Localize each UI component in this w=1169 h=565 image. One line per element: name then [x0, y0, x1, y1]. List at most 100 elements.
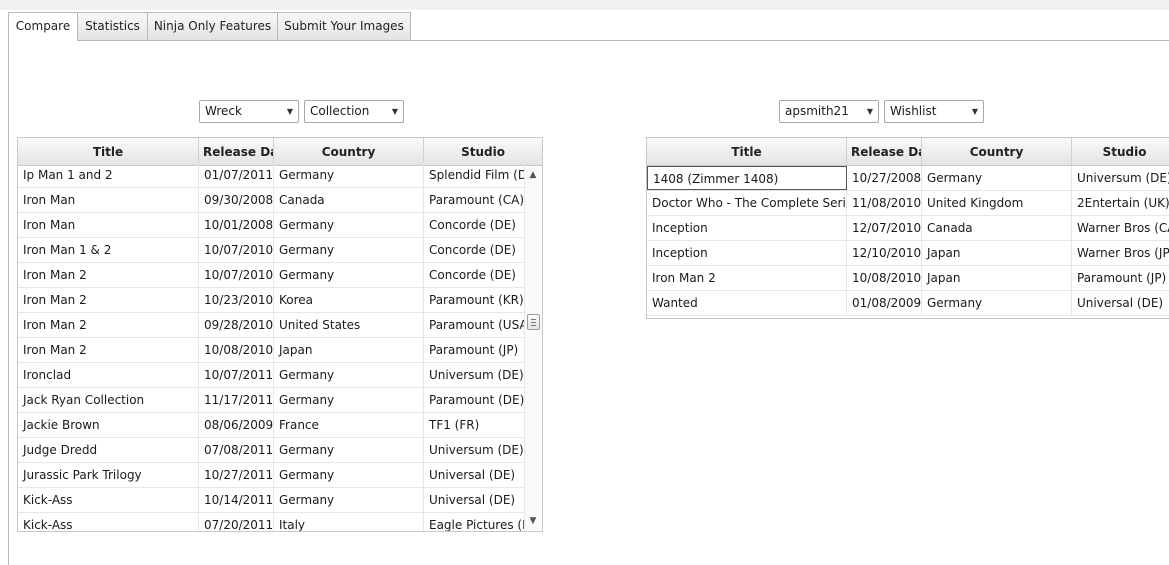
table-row[interactable]: Iron Man 2 10/23/2010 Korea Paramount (KR)	[18, 288, 525, 313]
table-row[interactable]: Kick-Ass 07/20/2011 Italy Eagle Pictures (I…	[18, 513, 525, 531]
column-header-country[interactable]: Country	[922, 138, 1072, 165]
release-date-cell: 10/27/2008	[847, 166, 922, 190]
title-cell: Kick-Ass	[18, 513, 199, 531]
table-row[interactable]: Kick-Ass 10/14/2011 Germany Universal (DE)	[18, 488, 525, 513]
column-header-title[interactable]: Title	[18, 138, 199, 165]
title-cell: 1408 (Zimmer 1408)	[647, 166, 847, 190]
title-cell: Inception	[647, 241, 847, 265]
country-cell: Canada	[274, 188, 424, 212]
table-row[interactable]: Doctor Who - The Complete Series 11/08/20…	[647, 191, 1169, 216]
scrollbar-thumb[interactable]	[527, 314, 540, 330]
right-list-select[interactable]: Wishlist ▼	[884, 100, 984, 123]
studio-cell: Universal (DE)	[424, 463, 525, 487]
tab-compare[interactable]: Compare	[8, 12, 78, 41]
title-cell: Iron Man 1 & 2	[18, 238, 199, 262]
studio-cell: Universum (DE)	[424, 363, 525, 387]
release-date-cell: 12/07/2010	[847, 216, 922, 240]
table-row[interactable]: Iron Man 2 10/07/2010 Germany Concorde (DE)	[18, 263, 525, 288]
release-date-cell: 09/28/2010	[199, 313, 274, 337]
studio-cell: Paramount (KR)	[424, 288, 525, 312]
title-cell: Iron Man 2	[18, 338, 199, 362]
left-user-select-value: Wreck	[205, 104, 242, 118]
studio-cell: Warner Bros (JP)	[1072, 241, 1169, 265]
arrow-up-icon[interactable]: ▲	[525, 168, 541, 182]
country-cell: Germany	[274, 388, 424, 412]
title-cell: Wanted	[647, 291, 847, 315]
title-cell: Jack Ryan Collection	[18, 388, 199, 412]
left-collection-grid: Title Release Date Country Studio ▲ ▼ Ip…	[17, 137, 543, 532]
left-list-select[interactable]: Collection ▼	[304, 100, 404, 123]
table-row[interactable]: Iron Man 09/30/2008 Canada Paramount (CA)	[18, 188, 525, 213]
studio-cell: TF1 (FR)	[424, 413, 525, 437]
studio-cell: Paramount (JP)	[1072, 266, 1169, 290]
studio-cell: Universal (DE)	[1072, 291, 1169, 315]
release-date-cell: 10/07/2010	[199, 238, 274, 262]
title-cell: Ip Man 1 and 2	[18, 163, 199, 187]
title-cell: Jackie Brown	[18, 413, 199, 437]
tab-ninja-only-features[interactable]: Ninja Only Features	[147, 12, 278, 40]
studio-cell: Universum (DE)	[424, 438, 525, 462]
table-row[interactable]: Inception12/07/2010CanadaWarner Bros (CA…	[647, 216, 1169, 241]
studio-cell: Paramount (USA)	[424, 313, 525, 337]
right-user-select[interactable]: apsmith21 ▼	[779, 100, 879, 123]
table-row[interactable]: Iron Man 2 10/08/2010 Japan Paramount (JP)	[647, 266, 1169, 291]
table-row[interactable]: 1408 (Zimmer 1408) 10/27/2008 Germany Unive…	[647, 166, 1169, 191]
title-cell: Iron Man	[18, 213, 199, 237]
table-row[interactable]: Ironclad 10/07/2011 Germany Universum (DE)	[18, 363, 525, 388]
table-row[interactable]: Judge Dredd 07/08/2011 Germany Universum (D…	[18, 438, 525, 463]
title-cell: Judge Dredd	[18, 438, 199, 462]
table-row[interactable]: Jack Ryan Collection 11/17/2011 Germany Par…	[18, 388, 525, 413]
release-date-cell: 12/10/2010	[847, 241, 922, 265]
release-date-cell: 10/01/2008	[199, 213, 274, 237]
studio-cell: Paramount (JP)	[424, 338, 525, 362]
table-row[interactable]: Jackie Brown 08/06/2009 France TF1 (FR)	[18, 413, 525, 438]
studio-cell: Splendid Film (DE)	[424, 163, 525, 187]
release-date-cell: 10/23/2010	[199, 288, 274, 312]
studio-cell: Universum (DE)	[1072, 166, 1169, 190]
grid-header: Title Release Date Country Studio	[18, 138, 542, 166]
table-row[interactable]: Iron Man 10/01/2008 Germany Concorde (DE)	[18, 213, 525, 238]
title-cell: Iron Man 2	[647, 266, 847, 290]
country-cell: Canada	[922, 216, 1072, 240]
title-cell: Iron Man 2	[18, 263, 199, 287]
country-cell: Germany	[274, 213, 424, 237]
country-cell: Germany	[274, 363, 424, 387]
title-cell: Iron Man	[18, 188, 199, 212]
country-cell: Germany	[274, 263, 424, 287]
tab-divider	[8, 40, 1169, 41]
column-header-release-date[interactable]: Release Date	[847, 138, 922, 165]
tab-submit-your-images[interactable]: Submit Your Images	[277, 12, 411, 40]
arrow-down-icon[interactable]: ▼	[525, 514, 541, 528]
title-cell: Iron Man 2	[18, 313, 199, 337]
table-row[interactable]: Iron Man 2 09/28/2010 United States Paramou…	[18, 313, 525, 338]
table-row[interactable]: Iron Man 2 10/08/2010 Japan Paramount (JP)	[18, 338, 525, 363]
studio-cell: Concorde (DE)	[424, 238, 525, 262]
release-date-cell: 09/30/2008	[199, 188, 274, 212]
table-row[interactable]: Wanted 01/08/2009 Germany Universal (DE)	[647, 291, 1169, 316]
column-header-release-date[interactable]: Release Date	[199, 138, 274, 165]
column-header-title[interactable]: Title	[647, 138, 847, 165]
country-cell: Germany	[274, 238, 424, 262]
country-cell: United Kingdom	[922, 191, 1072, 215]
release-date-cell: 10/07/2011	[199, 363, 274, 387]
table-row[interactable]: Inception 12/10/2010 Japan Warner Bros (JP)	[647, 241, 1169, 266]
panel-border	[8, 40, 9, 565]
title-cell: Iron Man 2	[18, 288, 199, 312]
left-user-select[interactable]: Wreck ▼	[199, 100, 299, 123]
vertical-scrollbar[interactable]: ▲ ▼	[524, 166, 542, 530]
table-row[interactable]: Iron Man 1 & 2 10/07/2010 Germany Concorde …	[18, 238, 525, 263]
country-cell: Korea	[274, 288, 424, 312]
table-row[interactable]: Jurassic Park Trilogy 10/27/2011 Germany Un…	[18, 463, 525, 488]
title-cell: Inception	[647, 216, 847, 240]
column-header-country[interactable]: Country	[274, 138, 424, 165]
title-cell: Ironclad	[18, 363, 199, 387]
table-row[interactable]: Ip Man 1 and 2 01/07/2011 Germany Splendid …	[18, 163, 525, 188]
tab-statistics[interactable]: Statistics	[77, 12, 148, 40]
release-date-cell: 10/14/2011	[199, 488, 274, 512]
chevron-down-icon: ▼	[391, 107, 398, 116]
column-header-studio[interactable]: Studio	[1072, 138, 1169, 165]
country-cell: United States	[274, 313, 424, 337]
column-header-studio[interactable]: Studio	[424, 138, 542, 165]
studio-cell: Warner Bros (CA)	[1072, 216, 1169, 240]
studio-cell: Concorde (DE)	[424, 263, 525, 287]
